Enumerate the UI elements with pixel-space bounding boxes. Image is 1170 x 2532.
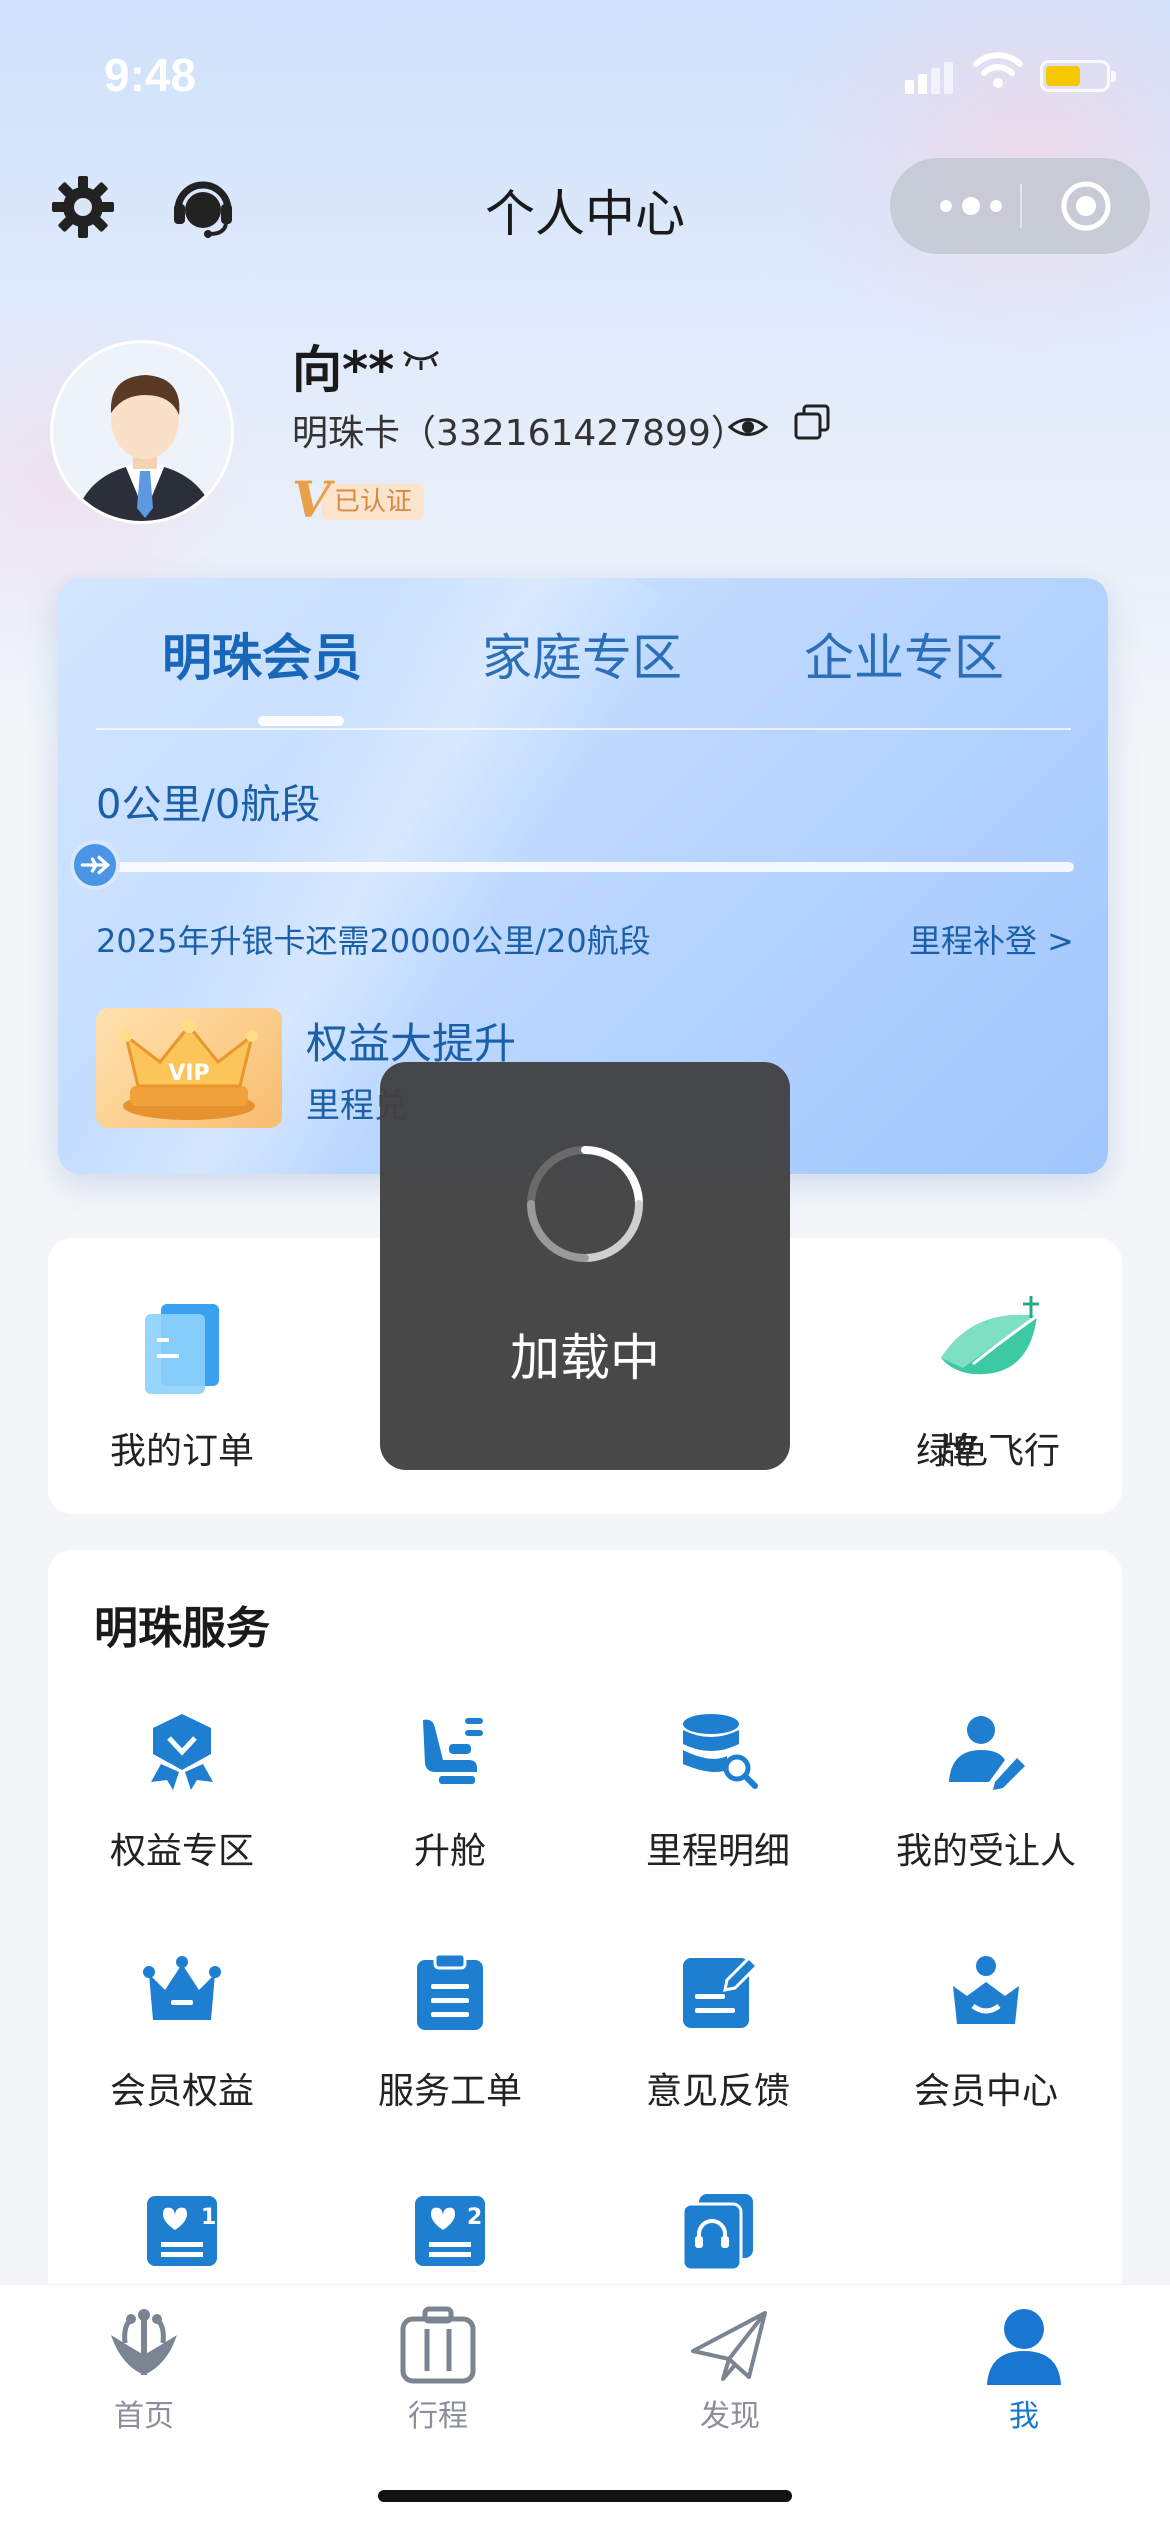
kapok-logo-icon	[111, 2309, 177, 2375]
service-upgrade-cabin[interactable]: 升舱	[316, 1710, 584, 1874]
upgrade-requirement: 2025年升银卡还需20000公里/20航段	[96, 922, 651, 960]
capsule-divider	[1020, 184, 1022, 228]
vip-crown-image[interactable]: VIP	[96, 1008, 282, 1128]
more-icon[interactable]	[926, 180, 1016, 232]
crown-icon	[143, 1956, 221, 2020]
eye-closed-icon[interactable]	[400, 344, 442, 372]
heart-list-2-icon: 2	[415, 2196, 485, 2266]
upgrade-progress-track	[114, 862, 1074, 872]
tab-discover[interactable]: 发现	[630, 2305, 830, 2435]
service-item-10[interactable]: 2	[316, 2190, 584, 2272]
copy-icon[interactable]	[792, 402, 832, 442]
green-flight-button[interactable]: 绿色飞行	[868, 1288, 1108, 1474]
tab-enterprise-zone[interactable]: 企业专区	[804, 618, 1004, 690]
tab-me[interactable]: 我	[924, 2305, 1124, 2435]
member-tabs: 明珠会员 家庭专区 企业专区	[58, 618, 1108, 688]
service-member-center[interactable]: 会员中心	[852, 1950, 1120, 2114]
service-label: 会员中心	[913, 2071, 1058, 2112]
service-feedback[interactable]: 意见反馈	[584, 1950, 852, 2114]
user-name: 向**	[292, 341, 395, 399]
status-time: 9:48	[104, 49, 197, 101]
loading-spinner-icon	[527, 1146, 643, 1262]
vip-crown-icon: VIP	[120, 1019, 258, 1120]
tab-home[interactable]: 首页	[44, 2305, 244, 2435]
tab-label: 发现	[700, 2399, 760, 2434]
plane-progress-icon	[70, 840, 120, 890]
suitcase-icon	[400, 2306, 476, 2384]
avatar[interactable]	[50, 340, 234, 524]
tab-pearl-member[interactable]: 明珠会员	[162, 618, 362, 690]
service-item-9[interactable]: 1	[48, 2190, 316, 2272]
avatar-illustration	[74, 375, 216, 521]
verified-v-icon: V	[292, 470, 331, 529]
quick-action-label: 绿色飞行	[915, 1431, 1060, 1472]
service-label: 里程明细	[645, 1831, 790, 1872]
close-miniprogram-icon[interactable]	[1058, 178, 1114, 234]
verified-badge: 已认证 V	[292, 474, 432, 526]
leaf-icon	[941, 1296, 1039, 1375]
service-mileage-detail[interactable]: 里程明细	[584, 1710, 852, 1874]
clipboard-icon	[417, 1952, 483, 2030]
mini-program-capsule	[890, 158, 1150, 254]
database-search-icon	[683, 1714, 758, 1789]
eye-icon[interactable]	[728, 410, 768, 444]
member-center-icon	[953, 1956, 1019, 2024]
person-icon	[987, 2309, 1061, 2385]
tab-label: 行程	[408, 2399, 468, 2434]
tab-family-zone[interactable]: 家庭专区	[482, 618, 682, 690]
tab-divider	[96, 728, 1071, 730]
seat-icon	[423, 1718, 483, 1784]
feedback-icon	[683, 1955, 759, 2028]
quick-action-label: 我的订单	[109, 1431, 254, 1472]
service-item-11[interactable]	[584, 2190, 852, 2272]
service-my-transferee[interactable]: 我的受让人	[852, 1710, 1120, 1874]
svg-text:1: 1	[201, 2205, 216, 2230]
signal-icon	[905, 62, 957, 94]
loading-toast: 加载中	[380, 1062, 790, 1470]
order-icon	[145, 1304, 219, 1394]
service-label: 升舱	[413, 1831, 486, 1872]
service-label: 会员权益	[109, 2071, 254, 2112]
status-bar: 9:48	[0, 40, 1170, 110]
services-title: 明珠服务	[94, 1603, 270, 1654]
heart-list-1-icon: 1	[147, 2196, 217, 2266]
service-label: 意见反馈	[645, 2071, 790, 2112]
paper-plane-icon	[691, 2311, 767, 2381]
customer-service-icon	[681, 2194, 753, 2272]
service-label: 服务工单	[377, 2071, 522, 2112]
nav-bar: 个人中心	[0, 150, 1170, 260]
active-tab-indicator	[258, 716, 344, 726]
service-member-benefits[interactable]: 会员权益	[48, 1950, 316, 2114]
member-card-number: 明珠卡（332161427899）	[292, 413, 747, 454]
service-benefit-zone[interactable]: 权益专区	[48, 1710, 316, 1874]
loading-text: 加载中	[510, 1329, 660, 1387]
mileage-value: 0公里/0航段	[96, 782, 321, 828]
tab-label: 首页	[114, 2399, 174, 2434]
service-label: 权益专区	[109, 1831, 254, 1872]
badge-icon	[151, 1714, 213, 1790]
home-indicator	[378, 2490, 792, 2502]
wifi-icon	[973, 52, 1023, 88]
tab-label: 我	[1009, 2399, 1039, 2434]
svg-text:2: 2	[467, 2205, 482, 2230]
service-work-order[interactable]: 服务工单	[316, 1950, 584, 2114]
mileage-supplement-link[interactable]: 里程补登 >	[909, 916, 1074, 962]
battery-icon	[1040, 60, 1116, 92]
verified-label: 已认证	[322, 484, 425, 520]
my-orders-button[interactable]: 我的订单	[62, 1288, 302, 1474]
tab-itinerary[interactable]: 行程	[338, 2305, 538, 2435]
person-edit-icon	[949, 1716, 1025, 1790]
service-label: 我的受让人	[895, 1831, 1076, 1872]
svg-text:VIP: VIP	[168, 1061, 209, 1086]
